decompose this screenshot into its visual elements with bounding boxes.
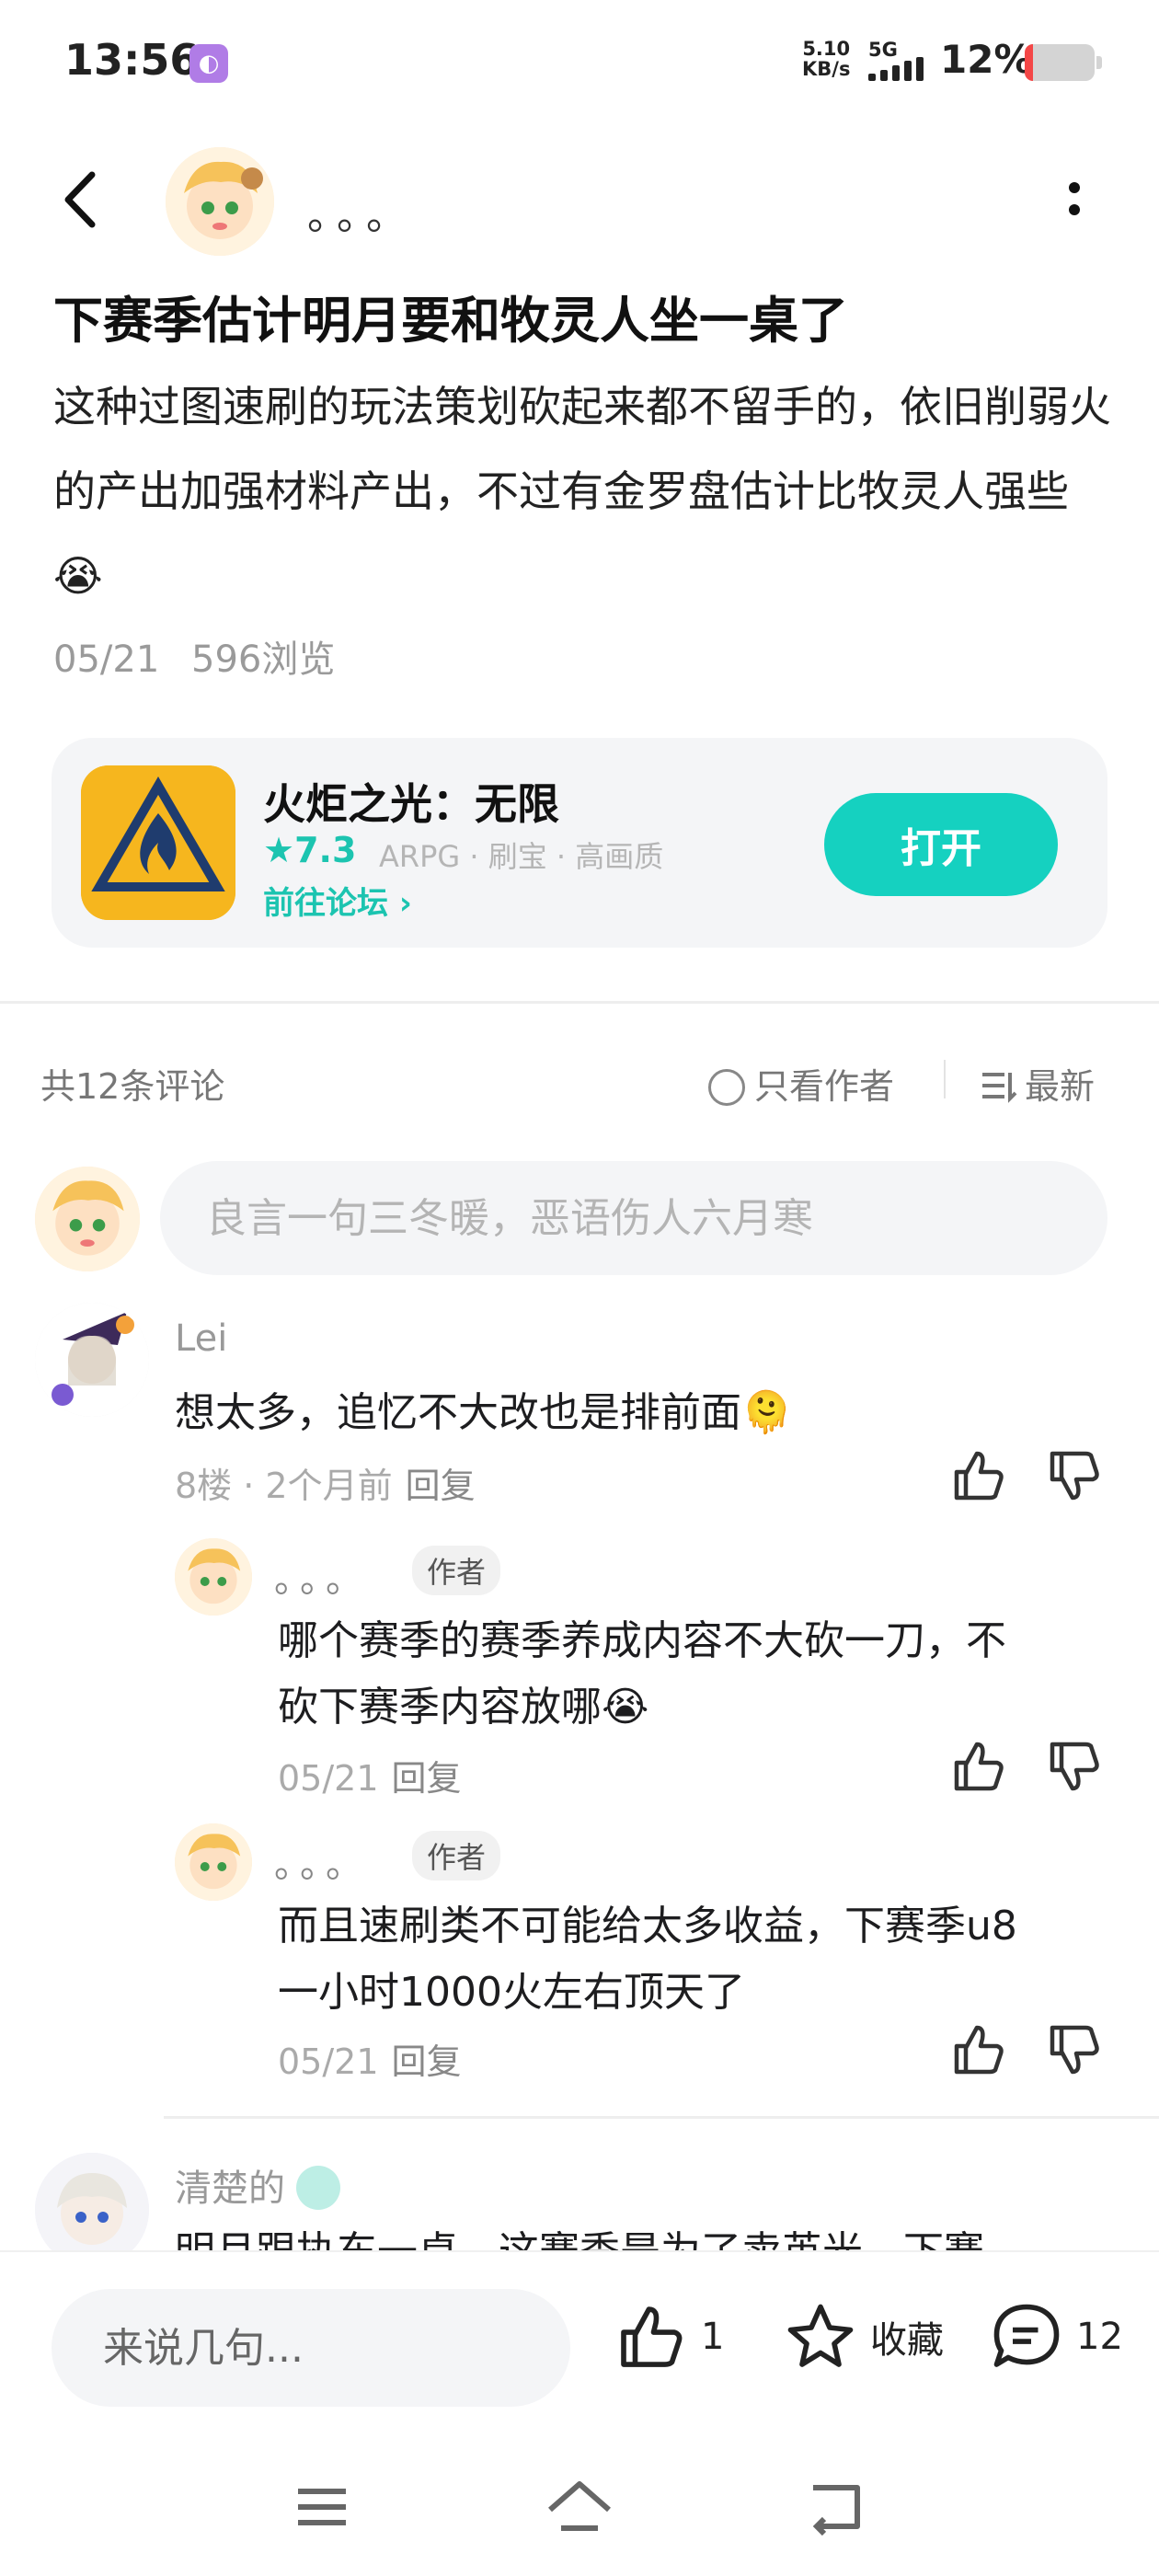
network-speed-unit: KB/s <box>802 58 851 80</box>
comment-count-bottom: 12 <box>1076 2316 1123 2358</box>
sort-toggle[interactable]: 最新 <box>981 1058 1095 1109</box>
comment-button[interactable]: 12 <box>990 2300 1123 2392</box>
bottom-action-bar: 1 收藏 12 <box>0 2250 1159 2434</box>
sort-label: 最新 <box>1025 1066 1096 1107</box>
author-tag: 作者 <box>412 1831 501 1880</box>
comment-bubble-icon <box>993 2304 1060 2367</box>
comment-floor-time: 8楼 · 2个月前 <box>175 1466 393 1506</box>
section-divider <box>0 1001 1159 1004</box>
post-date: 05/21 <box>53 638 160 681</box>
reply-date: 05/21 <box>278 1758 379 1799</box>
battery-level-fill <box>1025 44 1034 81</box>
game-score: ★7.3 <box>263 830 357 870</box>
battery-icon <box>1025 44 1102 81</box>
thumbs-up-icon <box>621 2306 683 2367</box>
reply-date: 05/21 <box>278 2041 379 2082</box>
like-button[interactable]: 1 <box>614 2300 724 2392</box>
comment-count: 共12条评论 <box>40 1066 225 1107</box>
reply-text: 哪个赛季的赛季养成内容不大砍一刀，不 砍下赛季内容放哪😭 <box>278 1608 1006 1741</box>
divider <box>944 1060 946 1098</box>
commenter-name[interactable]: Lei <box>175 1317 227 1360</box>
reply-button[interactable]: 回复 <box>392 1758 462 1799</box>
reply-author-name[interactable]: 。。。 <box>274 1834 370 1888</box>
comment-input[interactable] <box>160 1161 1107 1275</box>
game-card[interactable]: 火炬之光：无限 ★7.3 ARPG · 刷宝 · 高画质 前往论坛 › 打开 <box>52 738 1107 948</box>
like-count: 1 <box>701 2316 725 2358</box>
reply-text-line: 哪个赛季的赛季养成内容不大砍一刀，不 <box>278 1617 1006 1664</box>
thumbs-up-icon[interactable] <box>949 1737 1008 1796</box>
battery-percent: 12% <box>940 37 1033 82</box>
reply-author-avatar[interactable] <box>175 1538 252 1616</box>
reply-text: 而且速刷类不可能给太多收益，下赛季u8 一小时1000火左右顶天了 <box>278 1893 1017 2026</box>
reply-text-line: 一小时1000火左右顶天了 <box>278 1969 745 2016</box>
star-icon <box>787 2304 854 2367</box>
reply-author-avatar[interactable] <box>175 1823 252 1901</box>
header-author-name[interactable]: 。。。 <box>307 182 416 241</box>
more-options-icon[interactable] <box>1058 175 1091 230</box>
game-name: 火炬之光：无限 <box>263 779 559 829</box>
comment-divider <box>164 2116 1159 2119</box>
my-avatar <box>35 1167 140 1271</box>
open-game-button[interactable]: 打开 <box>824 793 1058 896</box>
signal-icon <box>868 57 929 81</box>
reply-meta: 05/21 回复 <box>278 1750 462 1800</box>
thumbs-down-icon[interactable] <box>1045 1446 1104 1505</box>
go-to-forum-link[interactable]: 前往论坛 › <box>263 878 412 923</box>
game-icon <box>81 765 235 920</box>
thumbs-up-icon[interactable] <box>949 2020 1008 2079</box>
author-avatar[interactable] <box>166 147 274 256</box>
back-arrow-icon[interactable] <box>55 167 110 232</box>
system-nav-bar <box>0 2438 1159 2576</box>
reply-button[interactable]: 回复 <box>406 1466 476 1506</box>
reply-text-line: 而且速刷类不可能给太多收益，下赛季u8 <box>278 1903 1017 1949</box>
author-only-toggle[interactable]: 只看作者 <box>708 1058 894 1109</box>
favorite-button[interactable]: 收藏 <box>784 2300 944 2392</box>
game-tags: ARPG · 刷宝 · 高画质 <box>379 839 664 874</box>
favorite-label: 收藏 <box>870 2319 944 2362</box>
badge-icon <box>296 2166 340 2210</box>
author-tag: 作者 <box>412 1546 501 1595</box>
reply-author-name[interactable]: 。。。 <box>274 1549 370 1603</box>
home-icon[interactable] <box>543 2475 616 2539</box>
comment-meta: 8楼 · 2个月前 回复 <box>175 1457 476 1508</box>
comment-text: 明月跟执东一桌，这赛季是为了卖英光，下赛 <box>175 2219 984 2250</box>
network-speed: 5.10 KB/s <box>802 39 850 79</box>
network-speed-value: 5.10 <box>802 38 851 60</box>
sort-icon <box>982 1073 1017 1103</box>
author-only-label: 只看作者 <box>754 1066 895 1107</box>
thumbs-up-icon[interactable] <box>949 1446 1008 1505</box>
reply-button[interactable]: 回复 <box>392 2041 462 2082</box>
post-meta: 05/21 596浏览 <box>53 629 335 683</box>
reply-meta: 05/21 回复 <box>278 2033 462 2084</box>
commenter-name-text: 清楚的 <box>175 2168 285 2210</box>
commenter-name[interactable]: 清楚的 <box>175 2158 340 2212</box>
thumbs-down-icon[interactable] <box>1045 2020 1104 2079</box>
quick-comment-input[interactable] <box>52 2289 570 2407</box>
menu-icon[interactable] <box>285 2475 359 2539</box>
post-title: 下赛季估计明月要和牧灵人坐一桌了 <box>53 292 848 350</box>
reply-text-line: 砍下赛季内容放哪😭 <box>278 1684 649 1731</box>
commenter-avatar[interactable] <box>35 1303 149 1417</box>
status-time: 13:56 <box>64 35 200 85</box>
post-views: 596浏览 <box>191 638 336 681</box>
comment-text: 想太多，追忆不大改也是排前面🫠 <box>175 1389 792 1436</box>
thumbs-down-icon[interactable] <box>1045 1737 1104 1796</box>
back-nav-icon[interactable] <box>800 2475 874 2539</box>
radio-circle-icon <box>708 1069 745 1106</box>
post-body: 这种过图速刷的玩法策划砍起来都不留手的，依旧削弱火的产出加强材料产出，不过有金罗… <box>53 382 1111 601</box>
notification-app-icon: ◐ <box>189 44 228 83</box>
status-bar: 13:56 ◐ 5.10 KB/s 5G 12% <box>0 0 1159 120</box>
